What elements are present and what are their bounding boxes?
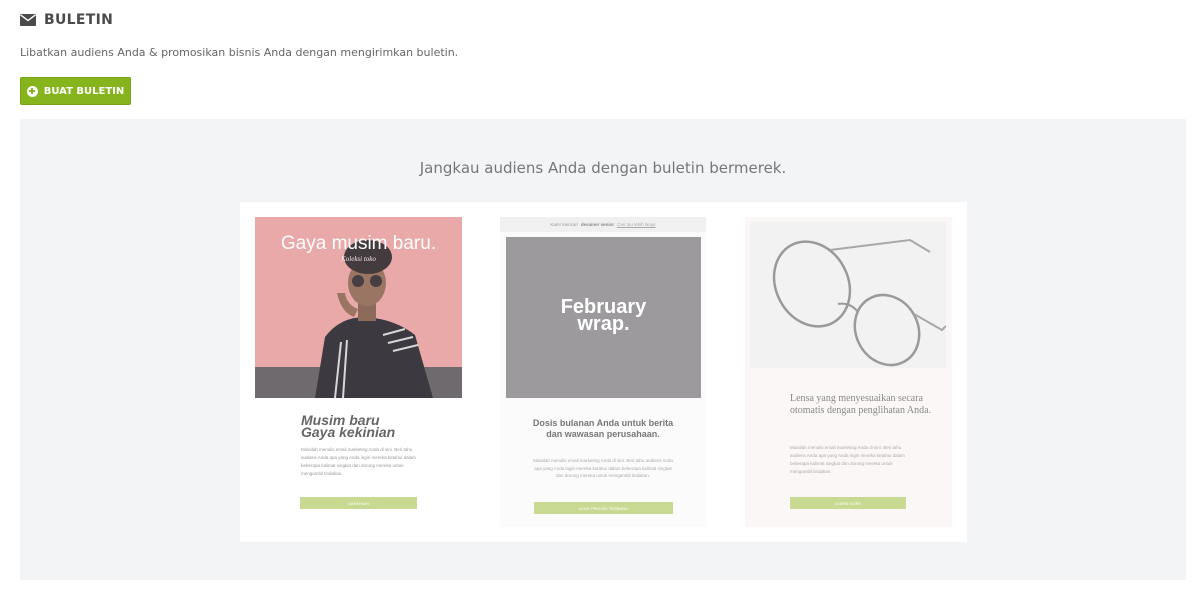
eyewear-headline: Lensa yang menyesuaikan secara otomatis … bbox=[790, 393, 932, 416]
template-showcase: Gaya musim baru. Koleksi toko Musim baru… bbox=[240, 202, 967, 542]
template-card-company-news: Kami mencari desainer senior Cari tau le… bbox=[500, 217, 706, 527]
fashion-headline-line2: Gaya kekinian bbox=[301, 424, 396, 440]
template-card-eyewear: Lensa yang menyesuaikan secara otomatis … bbox=[745, 217, 952, 527]
fashion-hero-image: Gaya musim baru. Koleksi toko bbox=[255, 217, 462, 398]
envelope-icon bbox=[20, 14, 36, 26]
news-hero-title: February wrap. bbox=[506, 297, 701, 335]
eyewear-cta-button: LEARN MORE bbox=[790, 497, 906, 509]
news-topbar-text: Kami mencari bbox=[550, 222, 578, 227]
page-header: BULETIN bbox=[20, 12, 113, 28]
glasses-image bbox=[772, 238, 947, 367]
create-newsletter-label: BUAT BULETIN bbox=[43, 85, 125, 97]
news-hero: February wrap. bbox=[506, 237, 701, 398]
eyewear-hero-image bbox=[750, 222, 947, 368]
page-title: BULETIN bbox=[44, 12, 114, 28]
fashion-headline: Musim baru Gaya kekinian bbox=[301, 413, 441, 440]
news-topbar: Kami mencari desainer senior Cari tau le… bbox=[500, 217, 706, 232]
intro-text: Libatkan audiens Anda & promosikan bisni… bbox=[20, 46, 459, 59]
plus-circle-icon bbox=[26, 85, 38, 97]
news-headline: Dosis bulanan Anda untuk berita dan wawa… bbox=[532, 418, 674, 439]
newsletter-promo-panel: Jangkau audiens Anda dengan buletin berm… bbox=[20, 119, 1186, 580]
template-card-fashion: Gaya musim baru. Koleksi toko Musim baru… bbox=[255, 217, 462, 527]
news-cta-button: LIHAT PROYEK TERBARU bbox=[534, 502, 673, 514]
fashion-body-text: Mulailah menulis email marketing Anda di… bbox=[301, 447, 416, 476]
promo-title: Jangkau audiens Anda dengan buletin berm… bbox=[419, 159, 787, 177]
fashion-cta-button: DAPATKAN bbox=[300, 497, 417, 509]
fashion-hero-title: Gaya musim baru. bbox=[280, 233, 437, 254]
create-newsletter-button[interactable]: BUAT BULETIN bbox=[20, 77, 131, 105]
eyewear-body-text: Mulailah menulis email marketing Anda di… bbox=[790, 445, 905, 474]
news-body-text: Mulailah menulis email marketing Anda di… bbox=[533, 458, 673, 478]
fashion-hero-subtitle: Koleksi toko bbox=[341, 255, 376, 263]
news-hero-title-line2: wrap. bbox=[577, 313, 630, 335]
news-topbar-link: Cari tau lebih lanjut bbox=[617, 222, 656, 227]
news-topbar-bold: desainer senior bbox=[580, 222, 615, 227]
